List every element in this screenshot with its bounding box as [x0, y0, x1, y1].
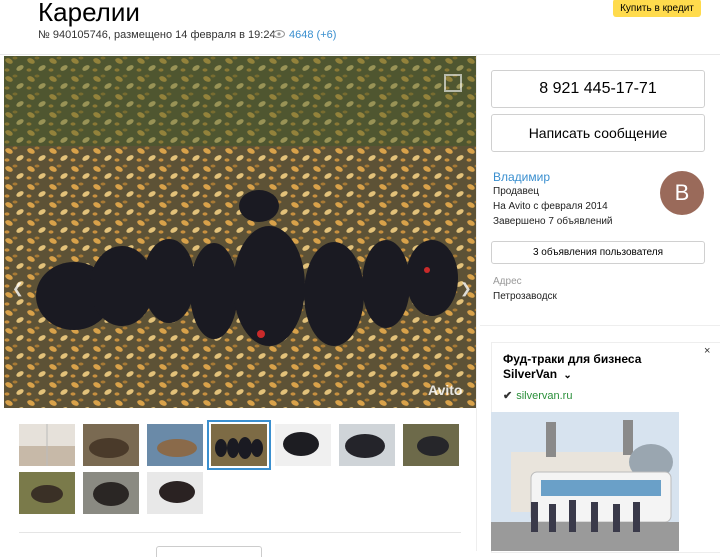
chevron-down-icon[interactable]: ⌄ — [563, 370, 571, 381]
close-icon[interactable]: × — [704, 345, 710, 357]
ad-title[interactable]: Фуд-траки для бизнеса SilverVan ⌄ — [503, 352, 683, 383]
fullscreen-icon[interactable] — [444, 74, 462, 92]
phone-button[interactable]: 8 921 445-17-71 — [491, 70, 705, 108]
thumbnail[interactable] — [83, 424, 139, 466]
avatar[interactable]: В — [660, 171, 704, 215]
thumbnail[interactable] — [147, 424, 203, 466]
sidebar-divider — [476, 55, 477, 551]
thumbnail[interactable] — [19, 472, 75, 514]
views-value: 4648 (+6) — [289, 29, 337, 41]
thumbnail[interactable] — [19, 424, 75, 466]
ad-domain[interactable]: ✔ silvervan.ru — [503, 389, 573, 403]
ad-domain-text: silvervan.ru — [516, 389, 573, 402]
sidebar-section-divider — [480, 325, 720, 326]
header-divider — [0, 54, 720, 55]
seller-role: Продавец — [493, 186, 539, 197]
ad-title-text: Фуд-траки для бизнеса SilverVan — [503, 352, 642, 381]
address-value: Петрозаводск — [493, 291, 557, 302]
thumbnail[interactable] — [339, 424, 395, 466]
ad-image[interactable] — [491, 412, 679, 551]
divider — [19, 532, 461, 533]
thumbnail[interactable] — [83, 472, 139, 514]
buy-on-credit-button[interactable]: Купить в кредит — [613, 0, 701, 17]
listing-meta: № 940105746, размещено 14 февраля в 19:2… — [38, 29, 276, 41]
seller-since: На Avito с февраля 2014 — [493, 201, 608, 212]
main-photo[interactable]: ❮ ❯ Avito — [4, 56, 476, 408]
listing-title: Карелии — [38, 0, 140, 27]
seller-name-link[interactable]: Владимир — [493, 170, 550, 184]
show-more-button[interactable] — [156, 546, 262, 557]
arrow-right-icon[interactable]: ❯ — [460, 280, 472, 297]
write-message-button[interactable]: Написать сообщение — [491, 114, 705, 152]
thumbnail[interactable] — [147, 472, 203, 514]
photo-watermark: Avito — [428, 382, 463, 398]
seller-completed: Завершено 7 объявлений — [493, 216, 613, 227]
thumbnail[interactable] — [403, 424, 459, 466]
user-ads-button[interactable]: 3 объявления пользователя — [491, 241, 705, 264]
address-label: Адрес — [493, 276, 522, 287]
thumbnail-active[interactable] — [207, 420, 271, 470]
thumbnail[interactable] — [275, 424, 331, 466]
ad-logo-icon: ✔ — [503, 390, 513, 402]
eye-icon — [273, 28, 285, 42]
arrow-left-icon[interactable]: ❮ — [12, 280, 24, 297]
views-counter: 4648 (+6) — [273, 28, 336, 42]
